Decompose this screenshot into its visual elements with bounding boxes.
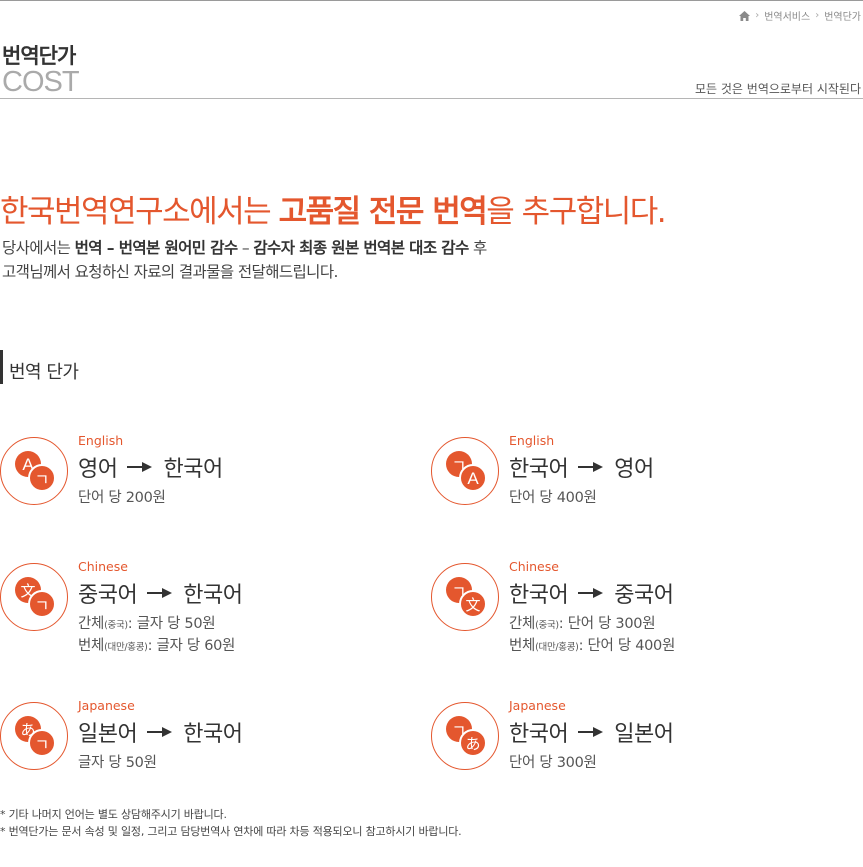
- language-label: Chinese: [509, 559, 559, 574]
- icon-glyph-japanese: あ: [465, 735, 480, 753]
- section-bar: [0, 350, 3, 384]
- price-info: English 영어 한국어 단어 당 200원: [78, 433, 223, 507]
- source-language: 한국어: [509, 722, 569, 747]
- intro-process-1: 번역 – 번역본 원어민 감수: [74, 239, 239, 257]
- target-language: 영어: [614, 457, 654, 482]
- region-note: (대만/홍콩): [535, 642, 579, 653]
- language-pair: 한국어 영어: [509, 451, 654, 483]
- price-info: Chinese 중국어 한국어 간체(중국): 글자 당 50원 번체(대만/홍…: [78, 559, 243, 655]
- korean-to-chinese-icon: ㄱ 文: [431, 563, 499, 631]
- region-note: (중국): [535, 620, 559, 631]
- source-language: 일본어: [78, 722, 138, 747]
- breadcrumb-link-service[interactable]: 번역서비스: [764, 8, 810, 23]
- script-label: 간체: [78, 616, 105, 632]
- footnote: * 번역단가는 문서 속성 및 일정, 그리고 담당번역사 연차에 따라 차등 …: [0, 825, 462, 838]
- breadcrumb: › 번역서비스 › 번역단가: [739, 8, 861, 23]
- language-label: Japanese: [509, 698, 566, 713]
- footnotes: * 기타 나머지 언어는 별도 상담해주시기 바랍니다. * 번역단가는 문서 …: [0, 806, 462, 840]
- region-note: (중국): [104, 620, 128, 631]
- price-value: : 단어 당 400원: [578, 638, 676, 654]
- source-language: 중국어: [78, 583, 138, 608]
- section-title: 번역 단가: [9, 362, 79, 383]
- chevron-right-icon: ›: [815, 10, 820, 21]
- korean-to-japanese-icon: ㄱ あ: [431, 702, 499, 770]
- region-note: (대만/홍콩): [104, 642, 148, 653]
- breadcrumb-current[interactable]: 번역단가: [824, 8, 861, 23]
- arrow-right-icon: [147, 588, 173, 598]
- price-simplified: 간체(중국): 단어 당 300원: [509, 612, 675, 633]
- source-language: 한국어: [509, 583, 569, 608]
- chinese-to-korean-icon: 文 ㄱ: [0, 563, 68, 631]
- price-info: Chinese 한국어 중국어 간체(중국): 단어 당 300원 번체(대만/…: [509, 559, 675, 655]
- target-language: 한국어: [183, 583, 243, 608]
- price-value: : 글자 당 60원: [147, 638, 236, 654]
- price-value: : 단어 당 300원: [558, 616, 656, 632]
- language-pair: 일본어 한국어: [78, 716, 243, 748]
- intro-line-2: 고객님께서 요청하신 자료의 결과물을 전달해드립니다.: [2, 263, 338, 281]
- english-to-korean-icon: A ㄱ: [0, 437, 68, 505]
- arrow-right-icon: [147, 727, 173, 737]
- price-text: 글자 당 50원: [78, 755, 157, 771]
- headline-text: 한국번역연구소에서는: [0, 194, 279, 230]
- intro-process-2: 감수자 최종 원본 번역본 대조 감수: [253, 239, 469, 257]
- price-info: Japanese 일본어 한국어 글자 당 50원: [78, 698, 243, 772]
- korean-to-english-icon: ㄱ A: [431, 437, 499, 505]
- price-simplified: 간체(중국): 글자 당 50원: [78, 612, 242, 633]
- target-language: 한국어: [163, 457, 223, 482]
- arrow-right-icon: [127, 462, 153, 472]
- intro-headline: 한국번역연구소에서는 고품질 전문 번역을 추구합니다.: [0, 186, 667, 231]
- intro-line-1-pre: 당사에서는: [2, 239, 75, 257]
- icon-glyph-chinese: 文: [465, 596, 480, 614]
- intro-description: 당사에서는 번역 – 번역본 원어민 감수 – 감수자 최종 원본 번역본 대조…: [2, 236, 487, 284]
- price-traditional: 번체(대만/홍콩): 단어 당 400원: [509, 634, 675, 655]
- language-pair: 중국어 한국어: [78, 577, 243, 609]
- source-language: 영어: [78, 457, 118, 482]
- target-language: 중국어: [614, 583, 674, 608]
- price-text: 단어 당 200원: [78, 490, 166, 506]
- top-rule: [0, 0, 863, 1]
- script-label: 간체: [509, 616, 536, 632]
- target-language: 한국어: [183, 722, 243, 747]
- language-pair: 한국어 일본어: [509, 716, 674, 748]
- price-info: Japanese 한국어 일본어 단어 당 300원: [509, 698, 674, 772]
- price-text: 단어 당 300원: [509, 755, 597, 771]
- source-language: 한국어: [509, 457, 569, 482]
- headline-suffix: 을 추구합니다.: [486, 194, 666, 230]
- price-info: English 한국어 영어 단어 당 400원: [509, 433, 654, 507]
- script-label: 번체: [509, 638, 536, 654]
- icon-glyph-latin: A: [467, 469, 479, 488]
- intro-line-1-post: 후: [468, 239, 487, 257]
- icon-glyph-korean: ㄱ: [35, 470, 50, 489]
- price-value: : 글자 당 50원: [127, 616, 216, 632]
- language-label: English: [78, 433, 124, 448]
- section-heading: 번역 단가: [0, 350, 79, 384]
- home-icon[interactable]: [739, 10, 751, 21]
- language-label: Chinese: [78, 559, 128, 574]
- script-label: 번체: [78, 638, 105, 654]
- intro-line-1-dash: –: [237, 239, 254, 257]
- arrow-right-icon: [578, 727, 604, 737]
- target-language: 일본어: [614, 722, 674, 747]
- page-slogan: 모든 것은 번역으로부터 시작된다: [694, 82, 861, 96]
- arrow-right-icon: [578, 588, 604, 598]
- headline-emphasis: 고품질 전문 번역: [278, 194, 488, 230]
- footnote: * 기타 나머지 언어는 별도 상담해주시기 바랍니다.: [0, 808, 227, 821]
- chevron-right-icon: ›: [755, 10, 760, 21]
- page-subtitle: COST: [2, 66, 80, 98]
- intro-line-1: 당사에서는 번역 – 번역본 원어민 감수 – 감수자 최종 원본 번역본 대조…: [2, 236, 487, 260]
- language-label: English: [509, 433, 555, 448]
- title-divider: [0, 98, 863, 99]
- language-pair: 한국어 중국어: [509, 577, 675, 609]
- price-traditional: 번체(대만/홍콩): 글자 당 60원: [78, 634, 242, 655]
- arrow-right-icon: [578, 462, 604, 472]
- price-text: 단어 당 400원: [509, 490, 597, 506]
- icon-glyph-korean: ㄱ: [35, 596, 50, 615]
- language-pair: 영어 한국어: [78, 451, 223, 483]
- language-label: Japanese: [78, 698, 135, 713]
- japanese-to-korean-icon: あ ㄱ: [0, 702, 68, 770]
- icon-glyph-korean: ㄱ: [35, 735, 50, 754]
